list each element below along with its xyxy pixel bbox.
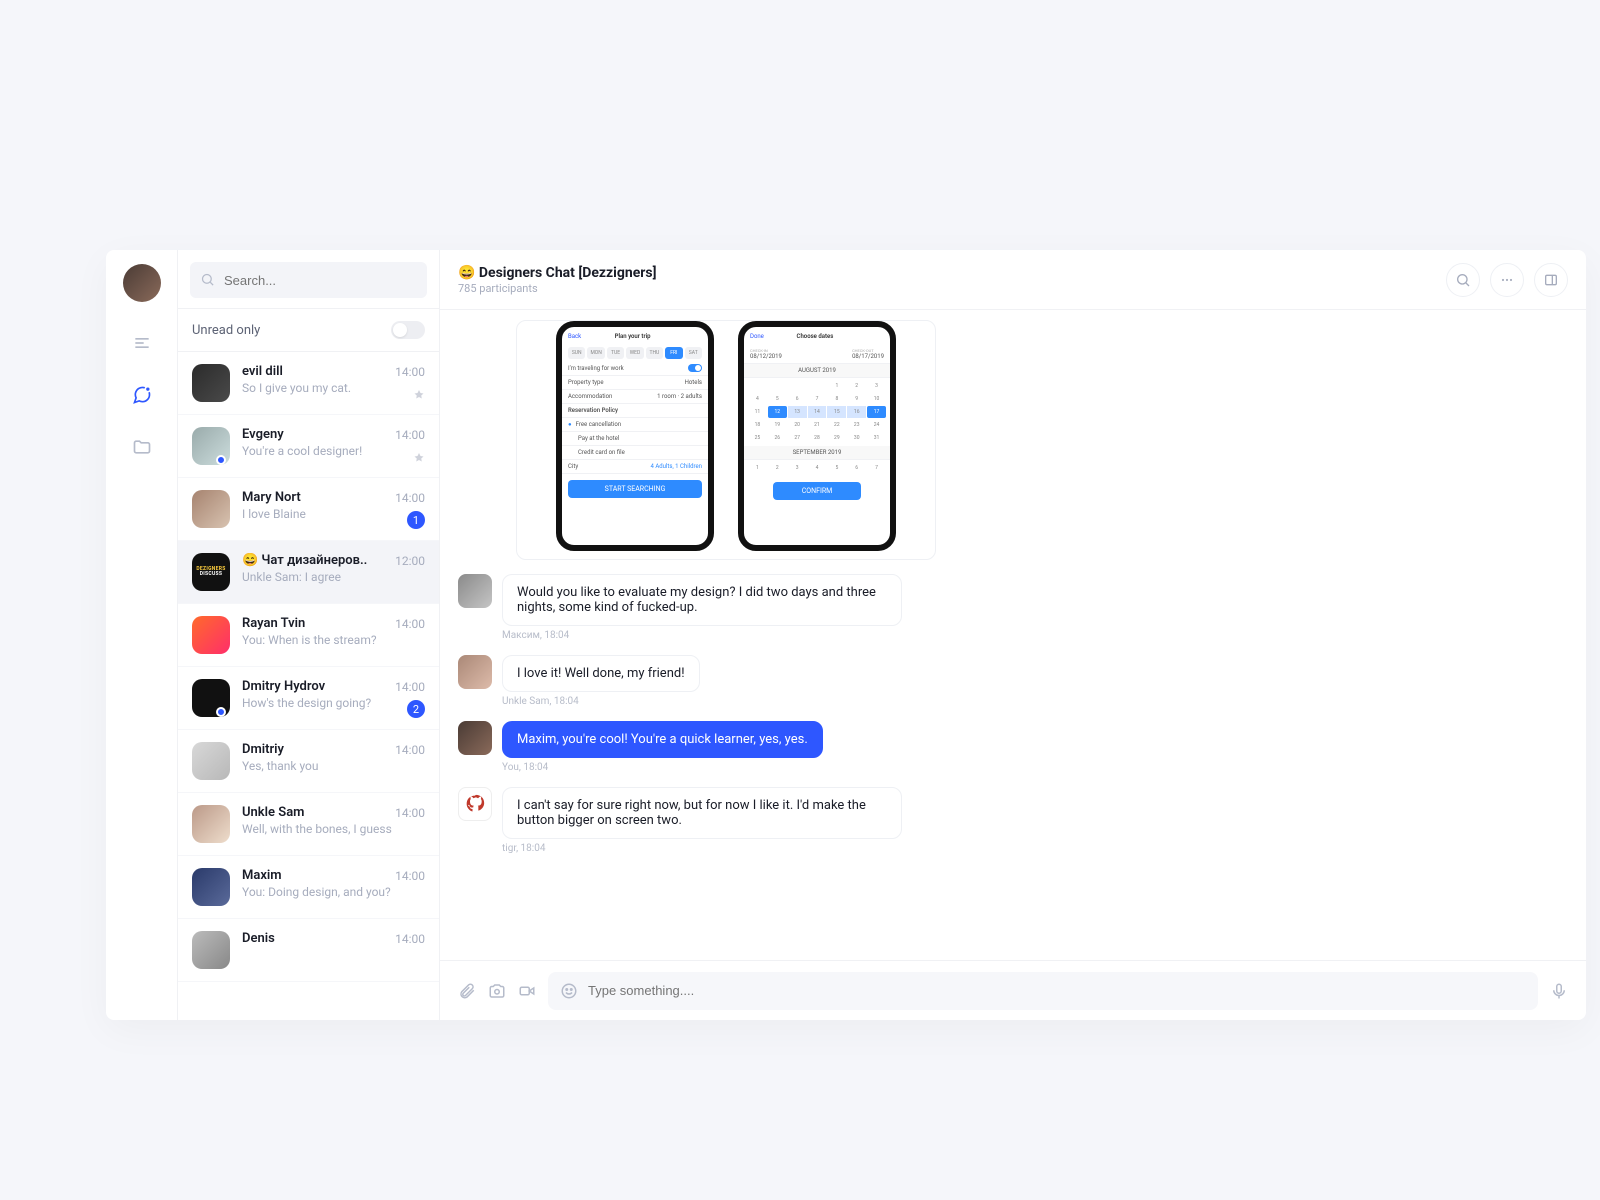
pin-icon: [413, 386, 425, 405]
chat-preview: You: Doing design, and you?: [242, 885, 425, 899]
mic-icon[interactable]: [1550, 982, 1568, 1000]
menu-icon[interactable]: [131, 332, 153, 354]
chat-list-item[interactable]: Mary Nort I love Blaine 14:001: [178, 478, 439, 541]
message-row: Maxim, you're cool! You're a quick learn…: [458, 721, 1568, 773]
chat-list-item[interactable]: Maxim You: Doing design, and you? 14:00: [178, 856, 439, 919]
message-row: I love it! Well done, my friend! Unkle S…: [458, 655, 1568, 707]
message-avatar[interactable]: [458, 721, 492, 755]
video-icon[interactable]: [518, 982, 536, 1000]
emoji-icon[interactable]: [560, 982, 578, 1000]
user-avatar[interactable]: [123, 264, 161, 302]
folder-icon[interactable]: [131, 436, 153, 458]
search-wrap: [178, 250, 439, 308]
online-indicator: [216, 707, 226, 717]
message-avatar[interactable]: [458, 574, 492, 608]
chat-list: evil dill So I give you my cat. 14:00 Ev…: [178, 352, 439, 1020]
chat-preview: You're a cool designer!: [242, 444, 425, 458]
chat-preview: Unkle Sam: I agree: [242, 570, 425, 584]
design-attachment[interactable]: BackPlan your trip SUNMONTUEWEDTHUFRISAT…: [516, 320, 936, 560]
chat-avatar: [192, 868, 230, 906]
unread-label: Unread only: [192, 323, 260, 338]
unread-badge: 1: [407, 511, 425, 529]
chat-preview: Yes, thank you: [242, 759, 425, 773]
chat-list-item[interactable]: Dmitriy Yes, thank you 14:00: [178, 730, 439, 793]
chat-time: 14:00: [395, 680, 425, 694]
message-bubble[interactable]: Would you like to evaluate my design? I …: [502, 574, 902, 626]
chat-avatar: [192, 742, 230, 780]
message-meta: Unkle Sam, 18:04: [502, 696, 700, 707]
composer: [440, 960, 1586, 1020]
header-actions: [1446, 263, 1568, 297]
message-bubble[interactable]: I can't say for sure right now, but for …: [502, 787, 902, 839]
unread-filter-row: Unread only: [178, 308, 439, 352]
octocat-icon: [465, 794, 485, 814]
camera-icon[interactable]: [488, 982, 506, 1000]
pin-icon: [413, 449, 425, 468]
chat-avatar: [192, 931, 230, 969]
nav-rail: [106, 250, 178, 1020]
chat-list-item[interactable]: Denis 14:00: [178, 919, 439, 982]
header-panel-button[interactable]: [1534, 263, 1568, 297]
chat-time: 14:00: [395, 428, 425, 442]
input-wrap: [548, 972, 1538, 1010]
message-avatar[interactable]: [458, 787, 492, 821]
header-more-button[interactable]: [1490, 263, 1524, 297]
chat-time: 14:00: [395, 365, 425, 379]
unread-badge: 2: [407, 700, 425, 718]
attach-icon[interactable]: [458, 982, 476, 1000]
chat-list-item[interactable]: Evgeny You're a cool designer! 14:00: [178, 415, 439, 478]
chat-avatar: [192, 490, 230, 528]
chat-subtitle: 785 participants: [458, 282, 1446, 295]
chat-preview: You: When is the stream?: [242, 633, 425, 647]
chats-icon[interactable]: [131, 384, 153, 406]
phone-mock-2: DoneChoose dates CHECK-IN08/12/2019CHECK…: [738, 321, 896, 551]
conversation-header: 😄 Designers Chat [Dezzigners] 785 partic…: [440, 250, 1586, 310]
message-bubble[interactable]: Maxim, you're cool! You're a quick learn…: [502, 721, 823, 758]
message-input[interactable]: [588, 983, 1526, 998]
header-search-button[interactable]: [1446, 263, 1480, 297]
chat-time: 14:00: [395, 869, 425, 883]
chat-preview: How's the design going?: [242, 696, 425, 710]
chat-time: 14:00: [395, 617, 425, 631]
main-panel: 😄 Designers Chat [Dezzigners] 785 partic…: [440, 250, 1586, 1020]
chat-time: 14:00: [395, 932, 425, 946]
chat-sidebar: Unread only evil dill So I give you my c…: [178, 250, 440, 1020]
phone-mock-1: BackPlan your trip SUNMONTUEWEDTHUFRISAT…: [556, 321, 714, 551]
chat-avatar: DEZIGNERSDISCUSS: [192, 553, 230, 591]
chat-avatar: [192, 616, 230, 654]
chat-preview: Well, with the bones, I guess: [242, 822, 425, 836]
chat-avatar: [192, 364, 230, 402]
chat-list-item[interactable]: Rayan Tvin You: When is the stream? 14:0…: [178, 604, 439, 667]
message-area: BackPlan your trip SUNMONTUEWEDTHUFRISAT…: [440, 310, 1586, 960]
message-avatar[interactable]: [458, 655, 492, 689]
header-left: 😄 Designers Chat [Dezzigners] 785 partic…: [458, 265, 1446, 295]
message-row: I can't say for sure right now, but for …: [458, 787, 1568, 854]
chat-preview: So I give you my cat.: [242, 381, 425, 395]
search-icon: [200, 272, 215, 287]
search-input[interactable]: [190, 262, 427, 298]
chat-time: 14:00: [395, 806, 425, 820]
chat-avatar: [192, 805, 230, 843]
chat-list-item[interactable]: Unkle Sam Well, with the bones, I guess …: [178, 793, 439, 856]
message-meta: You, 18:04: [502, 762, 823, 773]
message-bubble[interactable]: I love it! Well done, my friend!: [502, 655, 700, 692]
online-indicator: [216, 455, 226, 465]
chat-time: 12:00: [395, 554, 425, 568]
chat-time: 14:00: [395, 743, 425, 757]
chat-preview: I love Blaine: [242, 507, 425, 521]
message-meta: tigr, 18:04: [502, 843, 902, 854]
chat-list-item[interactable]: DEZIGNERSDISCUSS 😄 Чат дизайнеров.. Unkl…: [178, 541, 439, 604]
unread-toggle[interactable]: [391, 321, 425, 339]
message-row: Would you like to evaluate my design? I …: [458, 574, 1568, 641]
message-meta: Максим, 18:04: [502, 630, 902, 641]
chat-list-item[interactable]: Dmitry Hydrov How's the design going? 14…: [178, 667, 439, 730]
chat-time: 14:00: [395, 491, 425, 505]
chat-list-item[interactable]: evil dill So I give you my cat. 14:00: [178, 352, 439, 415]
app-window: Unread only evil dill So I give you my c…: [106, 250, 1586, 1020]
chat-title: 😄 Designers Chat [Dezzigners]: [458, 265, 1446, 281]
